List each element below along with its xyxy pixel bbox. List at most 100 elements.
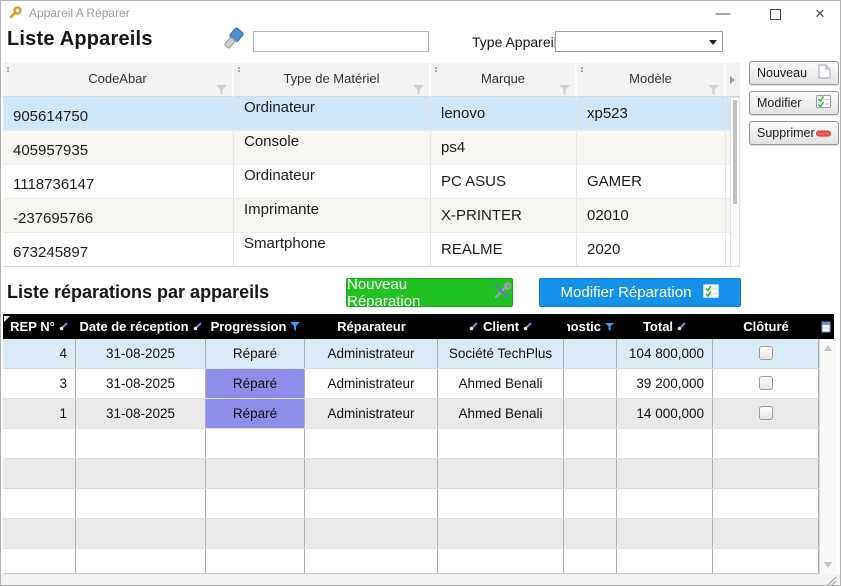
cell-diagnostic[interactable]: [564, 399, 617, 428]
cell-marque[interactable]: X-PRINTER: [431, 199, 577, 232]
cell-diagnostic[interactable]: [564, 369, 617, 398]
cell-progression[interactable]: Réparé: [206, 369, 305, 398]
cell-marque[interactable]: REALME: [431, 233, 577, 266]
cell-total[interactable]: 104 800,000: [617, 339, 713, 368]
column-header-codeabar[interactable]: CodeAbar: [3, 63, 234, 97]
cell-reparateur[interactable]: Administrateur: [305, 399, 438, 428]
nouveau-button[interactable]: Nouveau: [749, 61, 839, 85]
cell-modele[interactable]: xp523: [577, 97, 726, 130]
repair-row[interactable]: 3 31-08-2025 Réparé Administrateur Ahmed…: [3, 369, 834, 399]
button-label: Modifier: [757, 96, 801, 110]
cell-modele[interactable]: 2020: [577, 233, 726, 266]
barcode-search-input[interactable]: [253, 31, 429, 52]
device-row[interactable]: 1118736147 Ordinateur PC ASUS GAMER: [3, 165, 740, 199]
cloture-checkbox[interactable]: [759, 346, 773, 360]
repair-row[interactable]: 1 31-08-2025 Réparé Administrateur Ahmed…: [3, 399, 834, 429]
type-filter-combobox[interactable]: [555, 31, 723, 52]
column-header-type[interactable]: Type de Matériel: [234, 63, 431, 97]
cell-type[interactable]: Imprimante: [234, 199, 431, 232]
filter-funnel-icon[interactable]: [559, 75, 570, 107]
button-label: Nouveau Réparation: [347, 276, 480, 310]
repairs-table-header: REP N° Date de réception Progression Rép…: [3, 314, 834, 339]
column-header-marque[interactable]: Marque: [431, 63, 577, 97]
scroll-more-columns[interactable]: [726, 63, 740, 97]
cell-cloture[interactable]: [713, 399, 819, 428]
device-row[interactable]: 405957935 Console ps4: [3, 131, 740, 165]
devices-vertical-scrollbar[interactable]: [730, 97, 740, 267]
modifier-button[interactable]: Modifier: [749, 91, 839, 115]
cell-marque[interactable]: ps4: [431, 131, 577, 164]
column-label: Total: [643, 319, 673, 334]
cell-reparateur[interactable]: Administrateur: [305, 339, 438, 368]
cell-reparateur[interactable]: Administrateur: [305, 369, 438, 398]
cell-client[interactable]: Ahmed Benali: [438, 369, 564, 398]
cell-marque[interactable]: PC ASUS: [431, 165, 577, 198]
resize-grip[interactable]: [825, 575, 837, 586]
column-header-cloture[interactable]: Clôturé: [713, 314, 819, 339]
column-header-diagnostic[interactable]: Diagnostic: [564, 314, 617, 339]
scrollbar-thumb[interactable]: [733, 100, 737, 204]
cell-rep-no[interactable]: 3: [3, 369, 76, 398]
maximize-button[interactable]: [753, 1, 797, 26]
column-header-rep-no[interactable]: REP N°: [3, 314, 76, 339]
cell-date[interactable]: 31-08-2025: [76, 399, 206, 428]
cell-type[interactable]: Console: [234, 131, 431, 164]
repairs-heading: Liste réparations par appareils: [7, 282, 269, 303]
cell-client[interactable]: Société TechPlus: [438, 339, 564, 368]
supprimer-button[interactable]: Supprimer: [749, 121, 839, 145]
cell-modele[interactable]: [577, 131, 726, 164]
cell-total[interactable]: 14 000,000: [617, 399, 713, 428]
repair-row[interactable]: 4 31-08-2025 Réparé Administrateur Socié…: [3, 339, 834, 369]
cell-marque[interactable]: lenovo: [431, 97, 577, 130]
cell-cloture[interactable]: [713, 369, 819, 398]
cell-rep-no[interactable]: 1: [3, 399, 76, 428]
cell-rep-no[interactable]: 4: [3, 339, 76, 368]
repairs-vertical-scrollbar[interactable]: [819, 339, 836, 574]
column-header-client[interactable]: Client: [438, 314, 564, 339]
cloture-checkbox[interactable]: [759, 376, 773, 390]
column-chooser-icon[interactable]: [819, 314, 834, 339]
filter-funnel-icon[interactable]: [708, 75, 719, 107]
filter-funnel-icon[interactable]: [413, 75, 424, 107]
cell-diagnostic[interactable]: [564, 339, 617, 368]
cell-codeabar[interactable]: -237695766: [3, 199, 234, 232]
cell-progression[interactable]: Réparé: [206, 339, 305, 368]
cell-codeabar[interactable]: 405957935: [3, 131, 234, 164]
column-header-progression[interactable]: Progression: [206, 314, 305, 339]
device-row[interactable]: 673245897 Smartphone REALME 2020: [3, 233, 740, 267]
column-header-date[interactable]: Date de réception: [76, 314, 206, 339]
edit-repair-button[interactable]: Modifier Réparation: [539, 278, 741, 307]
cell-progression[interactable]: Réparé: [206, 399, 305, 428]
cell-date[interactable]: 31-08-2025: [76, 339, 206, 368]
filter-funnel-icon[interactable]: [605, 319, 614, 334]
device-row[interactable]: -237695766 Imprimante X-PRINTER 02010: [3, 199, 740, 233]
cell-date[interactable]: 31-08-2025: [76, 369, 206, 398]
empty-cell: [617, 549, 713, 573]
column-header-total[interactable]: Total: [617, 314, 713, 339]
cell-modele[interactable]: 02010: [577, 199, 726, 232]
filter-funnel-icon[interactable]: [290, 319, 300, 334]
scroll-up-icon[interactable]: [824, 345, 832, 351]
minimize-button[interactable]: —: [701, 1, 745, 26]
cell-type[interactable]: Ordinateur: [234, 97, 431, 130]
cell-modele[interactable]: GAMER: [577, 165, 726, 198]
empty-row: [3, 459, 834, 489]
cell-type[interactable]: Smartphone: [234, 233, 431, 266]
cell-codeabar[interactable]: 1118736147: [3, 165, 234, 198]
column-header-reparateur[interactable]: Réparateur: [305, 314, 438, 339]
filter-funnel-icon[interactable]: [216, 75, 227, 107]
chevron-right-icon: [730, 76, 735, 84]
cell-codeabar[interactable]: 673245897: [3, 233, 234, 266]
close-button[interactable]: ✕: [798, 1, 841, 26]
cloture-checkbox[interactable]: [759, 406, 773, 420]
cell-type[interactable]: Ordinateur: [234, 165, 431, 198]
new-repair-button[interactable]: Nouveau Réparation: [346, 278, 513, 307]
empty-cell: [713, 489, 819, 518]
cell-codeabar[interactable]: 905614750: [3, 97, 234, 130]
cell-client[interactable]: Ahmed Benali: [438, 399, 564, 428]
column-header-modele[interactable]: Modèle: [577, 63, 726, 97]
cell-cloture[interactable]: [713, 339, 819, 368]
cell-total[interactable]: 39 200,000: [617, 369, 713, 398]
scroll-down-icon[interactable]: [824, 562, 832, 568]
device-row-selected[interactable]: 905614750 Ordinateur lenovo xp523: [3, 97, 740, 131]
